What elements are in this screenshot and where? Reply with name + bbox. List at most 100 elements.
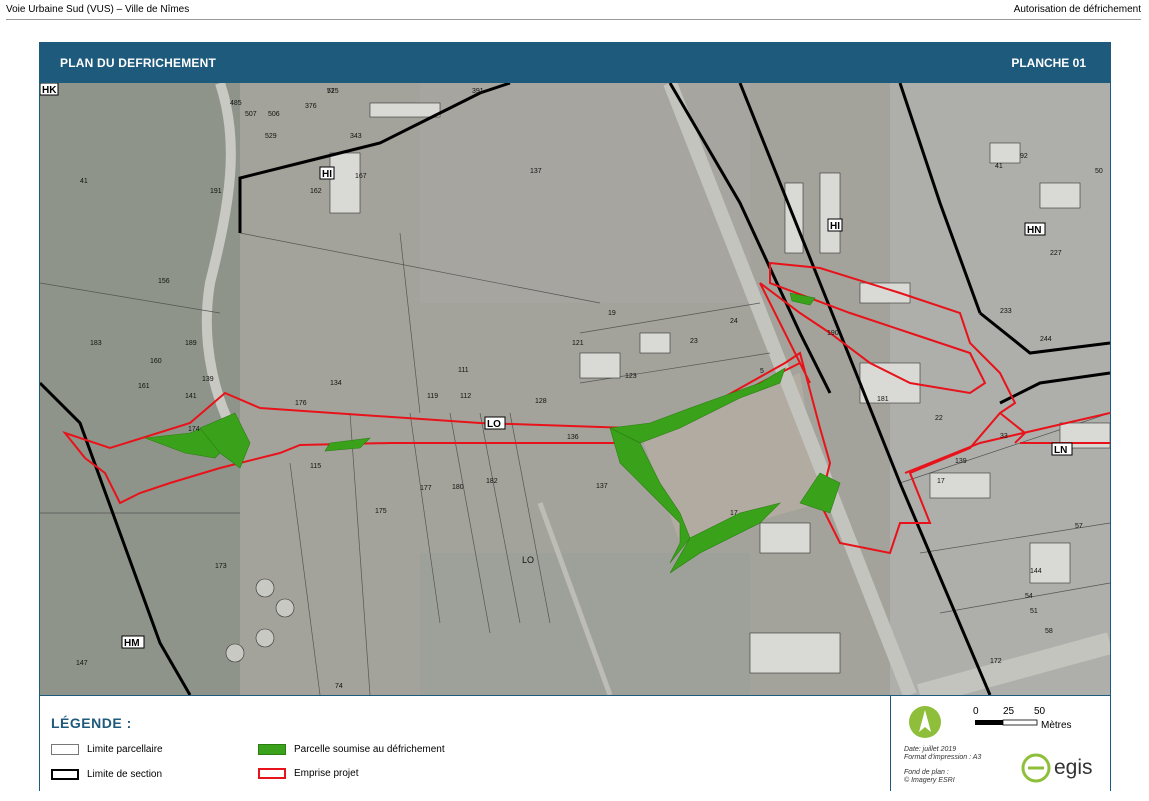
parcel-number: 24 [730, 318, 738, 325]
map-canvas: HK HI HI HN LO LN HM 525 391485507 5065293… [40, 83, 1110, 695]
section-label-ln: LN [1054, 445, 1067, 456]
scale-label-0: 0 [973, 706, 979, 717]
parcel-number: 172 [990, 658, 1002, 665]
project-label: Emprise projet [294, 768, 359, 779]
parcel-number: 173 [215, 563, 227, 570]
title-bar: PLAN DU DEFRICHEMENT PLANCHE 01 [40, 43, 1110, 83]
section-label-hi-east: HI [830, 221, 840, 232]
scale-unit-label: Mètres [1041, 720, 1072, 731]
section-limit-swatch [51, 769, 79, 780]
parcel-number: 175 [375, 508, 387, 515]
parcel-number: 191 [210, 188, 222, 195]
parcel-number: 57 [1075, 523, 1083, 530]
parcel-number: 111 [458, 367, 469, 374]
plan-frame: PLAN DU DEFRICHEMENT PLANCHE 01 HK HI HI… [39, 42, 1111, 791]
map-view[interactable]: HK HI HI HN LO LN HM 525 391 485 507 506 529 3… [40, 83, 1110, 695]
parcel-number: 162 [310, 188, 322, 195]
project-swatch [258, 768, 286, 779]
parcel-number: 183 [90, 340, 102, 347]
parcel-number: 17 [937, 478, 945, 485]
parcel-number: 160 [150, 358, 162, 365]
parcel-number: 92 [1020, 153, 1028, 160]
section-label-hk: HK [42, 85, 57, 96]
parcel-number: 19 [608, 310, 616, 317]
sheet-number: PLANCHE 01 [1011, 56, 1086, 70]
document-title: Voie Urbaine Sud (VUS) – Ville de Nîmes [6, 4, 190, 15]
map-text-lo: LO [522, 555, 534, 565]
parcel-number: 177 [420, 485, 432, 492]
north-arrow-icon [909, 706, 941, 738]
parcel-number: 391 [472, 88, 484, 95]
parcel-number: 180 [452, 484, 464, 491]
egis-logo-icon [1021, 753, 1051, 783]
parcel-number: 54 [1025, 593, 1033, 600]
legend-title: LÉGENDE : [51, 715, 132, 731]
parcel-number: 529 [265, 133, 277, 140]
parcel-number: 112 [460, 393, 471, 400]
header-rule [6, 19, 1141, 20]
parcel-number: 506 [268, 111, 280, 118]
deforestation-label: Parcelle soumise au défrichement [294, 744, 445, 755]
parcel-number: 115 [310, 463, 321, 470]
parcel-number: 181 [877, 396, 889, 403]
residential-area-north [420, 83, 750, 303]
parcel-number: 41 [80, 178, 88, 185]
parcel-number: 71 [327, 88, 335, 95]
residential-area-east [890, 83, 1110, 695]
parcel-number: 33 [1000, 433, 1008, 440]
parcel-number: 50 [1095, 168, 1103, 175]
parcel-number: 485 [230, 100, 242, 107]
parcel-number: 233 [1000, 308, 1012, 315]
document-subject: Autorisation de défrichement [1013, 4, 1141, 15]
parcel-number: 147 [76, 660, 88, 667]
parcel-number: 182 [486, 478, 498, 485]
section-label-hi-west: HI [322, 169, 332, 180]
background-source: © Imagery ESRI [904, 777, 955, 784]
legend-item-parcel-limit: Limite parcellaire [51, 744, 163, 755]
legend-item-section-limit: Limite de section [51, 769, 162, 780]
parcel-number: 58 [1045, 628, 1053, 635]
parcel-number: 119 [427, 393, 438, 400]
deforestation-swatch [258, 744, 286, 755]
parcel-number: 189 [185, 340, 197, 347]
parcel-number: 123 [625, 373, 637, 380]
plan-date: Date: juillet 2019 [904, 746, 957, 753]
parcel-number: 134 [330, 380, 342, 387]
scale-label-25: 25 [1003, 706, 1015, 717]
background-label: Fond de plan : [904, 769, 949, 776]
parcel-number: 51 [1030, 608, 1038, 615]
parcel-number: 507 [245, 111, 257, 118]
parcel-number: 144 [1030, 568, 1042, 575]
parcel-number: 167 [355, 173, 367, 180]
parcel-limit-label: Limite parcellaire [87, 744, 163, 755]
scale-label-50: 50 [1034, 706, 1046, 717]
parcel-number: 139 [202, 376, 214, 383]
parcel-number: 136 [567, 434, 579, 441]
parcel-number: 156 [158, 278, 170, 285]
parcel-number: 244 [1040, 336, 1052, 343]
parcel-number: 17 [730, 510, 738, 517]
parcel-number: 343 [350, 133, 362, 140]
parcel-number: 5 [760, 368, 764, 375]
legend-item-project: Emprise projet [258, 768, 358, 779]
parcel-number: 376 [305, 103, 317, 110]
parcel-limit-swatch [51, 744, 79, 755]
parcel-number: 139 [955, 458, 967, 465]
parcel-number: 227 [1050, 250, 1062, 257]
section-label-hn: HN [1027, 225, 1041, 236]
parcel-number: 137 [530, 168, 542, 175]
parcel-number: 141 [185, 393, 197, 400]
section-limit-label: Limite de section [87, 769, 163, 780]
parcel-number: 121 [572, 340, 584, 347]
parcel-number: 190 [827, 330, 839, 337]
parcel-number: 74 [335, 683, 343, 690]
parcel-number: 176 [295, 400, 307, 407]
parcel-number: 41 [995, 163, 1003, 170]
egis-logo-text: egis [1054, 756, 1093, 779]
plan-title: PLAN DU DEFRICHEMENT [60, 56, 216, 70]
parcel-number: 137 [596, 483, 608, 490]
section-label-lo: LO [487, 419, 501, 430]
parcel-number: 22 [935, 415, 943, 422]
parcel-number: 23 [690, 338, 698, 345]
section-label-hm: HM [124, 638, 140, 649]
